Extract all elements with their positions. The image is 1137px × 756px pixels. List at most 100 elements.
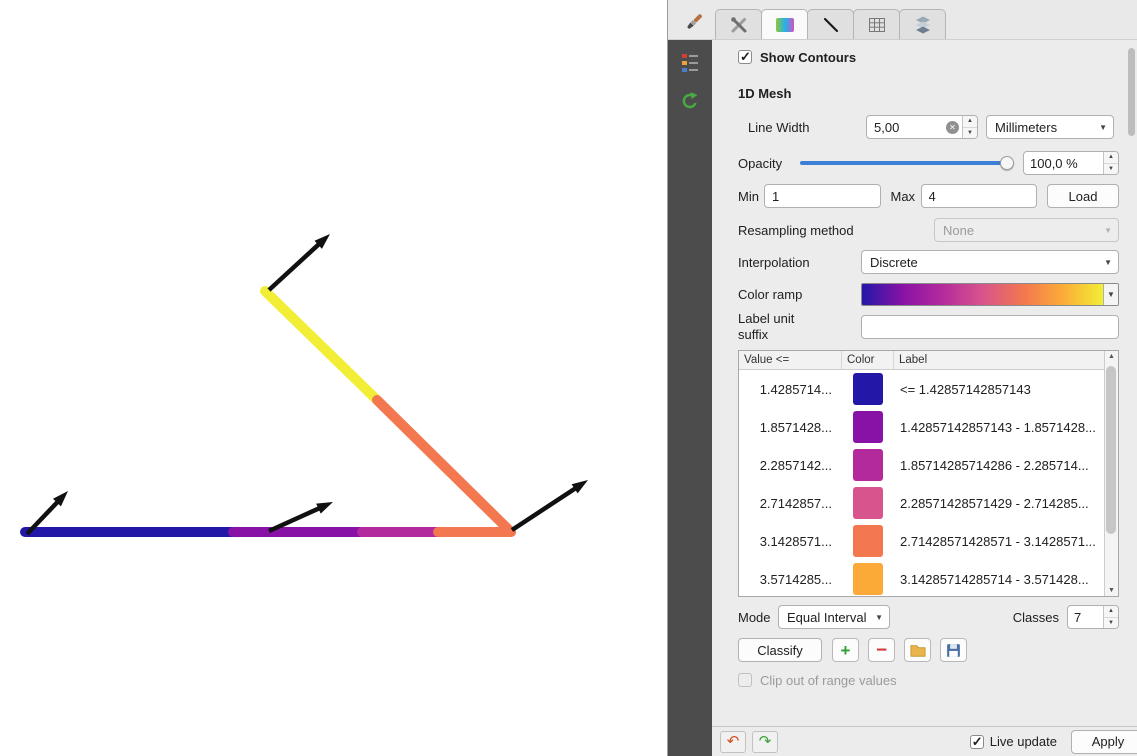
table-row[interactable]: 2.7142857... 2.28571428571429 - 2.714285.… [739, 484, 1104, 522]
row-color-cell[interactable] [842, 563, 894, 595]
color-swatch[interactable] [853, 525, 883, 557]
color-swatch[interactable] [853, 563, 883, 595]
row-label[interactable]: 2.28571428571429 - 2.714285... [894, 496, 1104, 511]
table-row[interactable]: 1.8571428... 1.42857142857143 - 1.8571428… [739, 408, 1104, 446]
row-value[interactable]: 2.2857142... [739, 458, 842, 473]
table-row[interactable]: 2.2857142... 1.85714285714286 - 2.285714.… [739, 446, 1104, 484]
table-row[interactable]: 3.1428571... 2.71428571428571 - 3.1428571… [739, 522, 1104, 560]
color-ramp-dropdown[interactable]: ▼ [1103, 284, 1118, 305]
table-scrollbar-thumb[interactable] [1106, 366, 1116, 534]
classification-table[interactable]: Value <= Color Label 1.4285714... <= 1.42… [738, 350, 1119, 597]
row-color-cell[interactable] [842, 373, 894, 405]
line-width-unit-select[interactable]: Millimeters ▼ [986, 115, 1114, 139]
tab-contours[interactable] [761, 9, 808, 39]
row-color-cell[interactable] [842, 525, 894, 557]
row-color-cell[interactable] [842, 487, 894, 519]
color-swatch[interactable] [853, 449, 883, 481]
slider-handle[interactable] [1000, 156, 1014, 170]
history-icon[interactable] [677, 88, 703, 114]
undo-style-button[interactable]: ↶ [720, 731, 746, 753]
load-button[interactable]: Load [1047, 184, 1119, 208]
interpolation-value: Discrete [870, 255, 918, 270]
show-contours-row: Show Contours [738, 48, 1119, 66]
row-value[interactable]: 3.1428571... [739, 534, 842, 549]
layers-icon [913, 15, 933, 35]
clip-row: Clip out of range values [738, 672, 1119, 688]
header-label[interactable]: Label [894, 351, 1104, 369]
resampling-label: Resampling method [738, 223, 934, 238]
mode-select[interactable]: Equal Interval ▼ [778, 605, 890, 629]
scroll-up-icon[interactable]: ▲ [1108, 353, 1115, 360]
add-class-button[interactable]: + [832, 638, 859, 662]
opacity-spinner[interactable]: ▲ ▼ [1103, 152, 1118, 174]
classify-button[interactable]: Classify [738, 638, 822, 662]
opacity-slider[interactable] [800, 154, 1011, 172]
live-update-checkbox[interactable] [970, 735, 984, 749]
color-ramp-gradient[interactable] [862, 284, 1103, 305]
header-color[interactable]: Color [842, 351, 894, 369]
row-value[interactable]: 1.8571428... [739, 420, 842, 435]
spin-down-icon[interactable]: ▼ [1104, 618, 1118, 629]
spin-up-icon[interactable]: ▲ [963, 116, 977, 128]
row-value[interactable]: 3.5714285... [739, 572, 842, 587]
line-width-spinner[interactable]: ▲ ▼ [962, 116, 977, 138]
tab-vectors[interactable] [807, 9, 854, 39]
table-row[interactable]: 3.5714285... 3.14285714285714 - 3.571428.… [739, 560, 1104, 597]
row-label[interactable]: 1.42857142857143 - 1.8571428... [894, 420, 1104, 435]
show-contours-checkbox[interactable] [738, 50, 752, 64]
save-disk-icon [945, 642, 962, 659]
color-swatch[interactable] [853, 373, 883, 405]
spin-up-icon[interactable]: ▲ [1104, 606, 1118, 618]
apply-button[interactable]: Apply [1071, 730, 1137, 754]
spin-down-icon[interactable]: ▼ [963, 128, 977, 139]
row-label[interactable]: 1.85714285714286 - 2.285714... [894, 458, 1104, 473]
color-swatch[interactable] [853, 411, 883, 443]
classes-value[interactable]: 7 [1074, 610, 1103, 625]
scroll-down-icon[interactable]: ▼ [1108, 587, 1115, 594]
min-input[interactable]: 1 [764, 184, 881, 208]
max-value[interactable]: 4 [929, 189, 1037, 204]
row-value[interactable]: 1.4285714... [739, 382, 842, 397]
tab-general[interactable] [715, 9, 762, 39]
line-width-input[interactable]: 5,00 ✕ ▲ ▼ [866, 115, 978, 139]
label-unit-suffix-row: Label unit suffix [738, 314, 1119, 340]
panel-body: Show Contours 1D Mesh Line Width 5,00 ✕ … [668, 40, 1137, 756]
line-width-value[interactable]: 5,00 [874, 120, 946, 135]
row-label[interactable]: 3.14285714285714 - 3.571428... [894, 572, 1104, 587]
save-color-map-button[interactable] [940, 638, 967, 662]
symbology-brush-icon[interactable] [681, 9, 707, 35]
row-color-cell[interactable] [842, 411, 894, 443]
color-swatch[interactable] [853, 487, 883, 519]
map-canvas[interactable] [0, 0, 667, 756]
max-input[interactable]: 4 [921, 184, 1038, 208]
opacity-spinbox[interactable]: 100,0 % ▲ ▼ [1023, 151, 1119, 175]
redo-style-button[interactable]: ↷ [752, 731, 778, 753]
classes-spinner[interactable]: ▲ ▼ [1103, 606, 1118, 628]
mesh-segment [265, 291, 377, 400]
panel-scrollbar-thumb[interactable] [1128, 48, 1135, 136]
tab-rendering[interactable] [853, 9, 900, 39]
label-unit-suffix-input[interactable] [861, 315, 1119, 339]
table-row[interactable]: 1.4285714... <= 1.42857142857143 [739, 370, 1104, 408]
classes-spinbox[interactable]: 7 ▲ ▼ [1067, 605, 1119, 629]
opacity-value[interactable]: 100,0 % [1030, 156, 1103, 171]
row-label[interactable]: 2.71428571428571 - 3.1428571... [894, 534, 1104, 549]
undo-icon: ↶ [727, 734, 740, 749]
header-value[interactable]: Value <= [739, 351, 842, 369]
row-color-cell[interactable] [842, 449, 894, 481]
tab-averaging[interactable] [899, 9, 946, 39]
load-color-map-button[interactable] [904, 638, 931, 662]
remove-class-button[interactable]: − [868, 638, 895, 662]
spin-down-icon[interactable]: ▼ [1104, 164, 1118, 175]
color-ramp-widget[interactable]: ▼ [861, 283, 1119, 306]
min-max-row: Min 1 Max 4 Load [738, 184, 1119, 208]
spin-up-icon[interactable]: ▲ [1104, 152, 1118, 164]
interpolation-select[interactable]: Discrete ▼ [861, 250, 1119, 274]
redo-icon: ↷ [759, 734, 772, 749]
symbology-list-icon[interactable] [677, 50, 703, 76]
row-label[interactable]: <= 1.42857142857143 [894, 382, 1104, 397]
row-value[interactable]: 2.7142857... [739, 496, 842, 511]
line-width-row: Line Width 5,00 ✕ ▲ ▼ Millimeters ▼ [738, 114, 1119, 140]
clear-value-icon[interactable]: ✕ [946, 121, 959, 134]
min-value[interactable]: 1 [772, 189, 880, 204]
